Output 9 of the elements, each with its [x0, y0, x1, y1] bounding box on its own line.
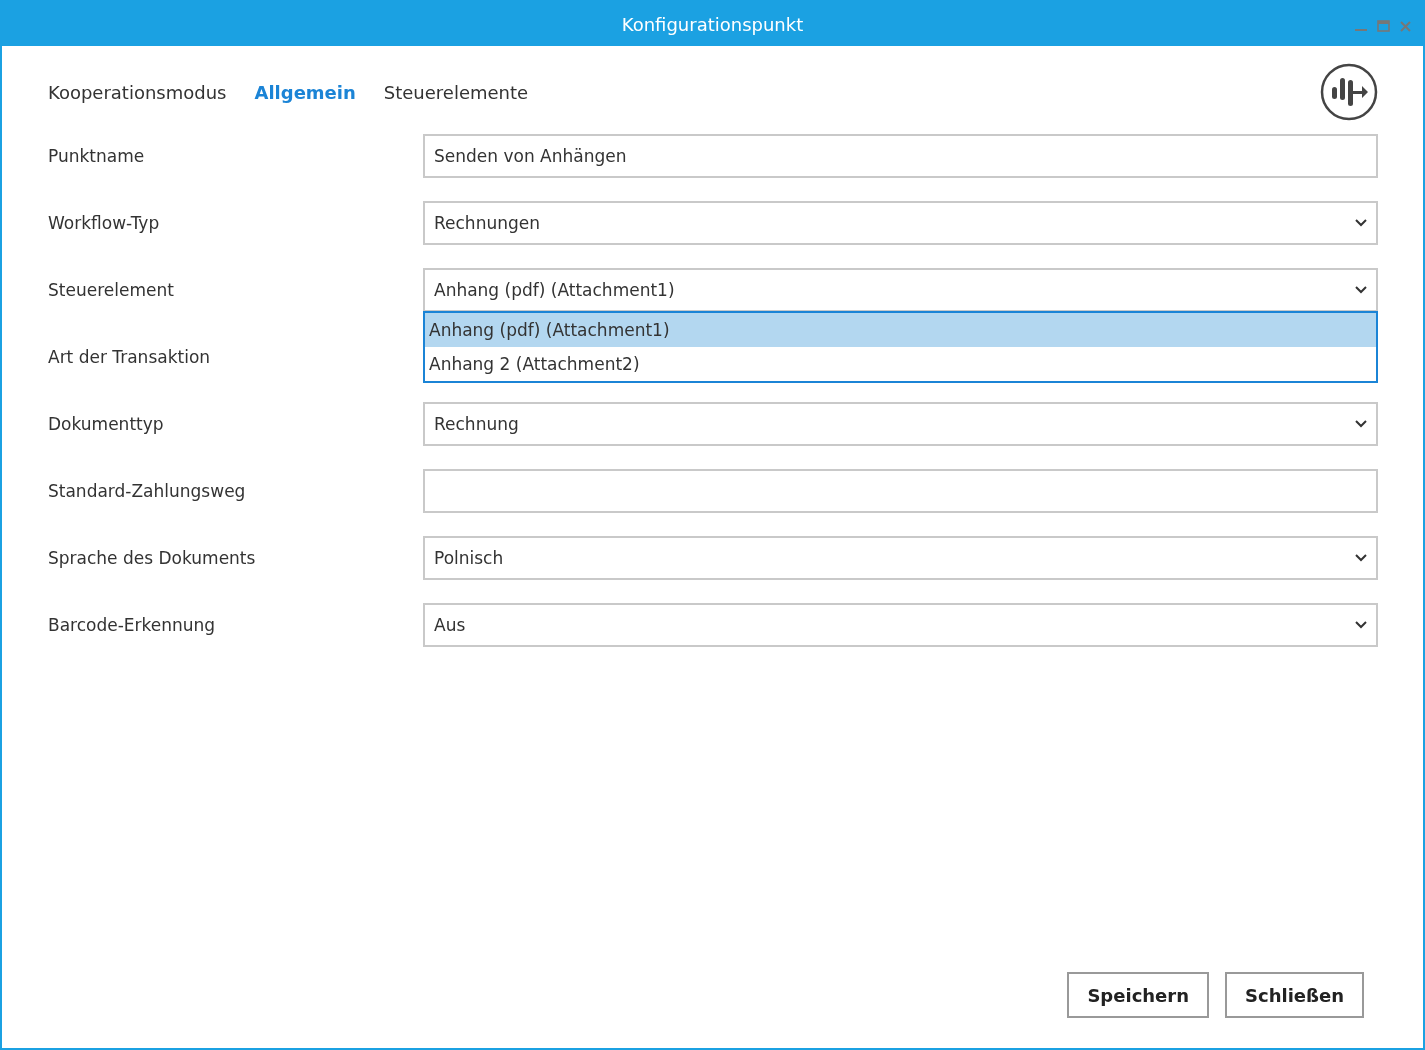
field-label: Workflow-Typ — [48, 213, 161, 233]
field-label: Steuerelement — [48, 280, 175, 300]
field-label: Punktname — [48, 146, 146, 166]
field-label: Dokumenttyp — [48, 414, 165, 434]
field-label: Art der Transaktion — [48, 347, 212, 367]
field-label: Barcode-Erkennung — [48, 615, 217, 635]
window-title: Konfigurationspunkt — [621, 13, 804, 35]
field-label: Sprache des Dokuments — [48, 548, 257, 568]
field-label: Standard-Zahlungsweg — [48, 481, 247, 501]
